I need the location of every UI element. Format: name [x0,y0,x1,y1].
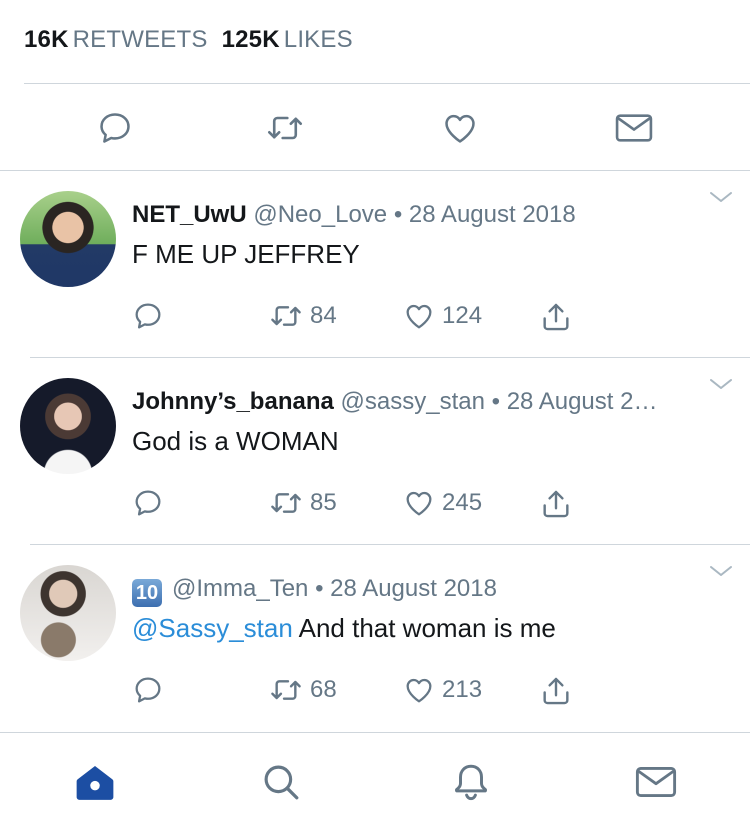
avatar[interactable] [20,378,116,474]
reply-icon [135,677,161,703]
avatar[interactable] [20,565,116,661]
separator: • [491,388,501,415]
home-icon [76,766,114,800]
separator: • [393,201,403,228]
chevron-down-icon[interactable] [708,376,734,392]
name-badge[interactable]: 10 [132,579,162,607]
reply-tweet[interactable]: Johnny’s_banana @sassy_stan • 28 August … [0,358,750,544]
retweet-icon [271,680,301,700]
reply-text-body: And that woman is me [298,613,556,643]
like-button[interactable]: 245 [402,487,482,519]
retweet-button[interactable]: 68 [268,674,337,706]
timestamp: 28 August 2018 [330,575,497,602]
like-icon [406,678,432,703]
timestamp: 28 August 2… [506,388,658,415]
bottom-tab-bar [0,733,750,830]
display-name[interactable]: Johnny’s_banana [132,388,334,415]
retweet-count: 84 [310,302,337,329]
handle[interactable]: @Imma_Ten [172,575,308,602]
chevron-down-icon[interactable] [708,563,734,579]
share-button[interactable] [538,487,574,521]
reply-icon [100,113,130,143]
message-button[interactable] [614,108,654,148]
like-icon [445,114,475,143]
reply-text: @Sassy_stan And that woman is me [132,613,556,644]
share-icon [543,303,569,331]
notifications-icon [454,764,488,801]
like-count: 124 [442,302,483,329]
chevron-down-icon[interactable] [708,189,734,205]
share-button[interactable] [538,674,574,708]
timestamp: 28 August 2018 [408,201,576,228]
share-icon [543,490,569,518]
divider [24,83,750,84]
reply-actions: 68 213 [0,674,750,708]
reply-icon [135,303,161,329]
messages-icon [635,767,677,797]
reply-tweet[interactable]: NET_UwU @Neo_Love • 28 August 2018 F ME … [0,171,750,357]
tweet-stats: 16K RETWEETS 125K LIKES [24,26,367,54]
retweets-count[interactable]: 16K [24,26,69,53]
avatar[interactable] [20,191,116,287]
retweet-button[interactable] [265,108,305,148]
reply-actions: 85 245 [0,487,750,521]
reply-tweet[interactable]: 10 @Imma_Ten • 28 August 2018 @Sassy_stan… [0,545,750,731]
reply-button[interactable] [132,300,164,332]
reply-button[interactable] [132,674,164,706]
search-icon [264,765,299,800]
retweet-icon [271,306,301,326]
separator: • [315,575,324,602]
like-button[interactable]: 124 [402,300,482,332]
mention-link[interactable]: @Sassy_stan [132,613,293,643]
likes-count[interactable]: 125K [222,26,280,53]
tab-notifications[interactable] [446,759,496,805]
reply-header: Johnny’s_banana @sassy_stan • 28 August … [132,388,657,416]
like-icon [406,491,432,516]
retweet-icon [268,116,302,140]
like-icon [406,304,432,329]
retweet-count: 68 [310,676,337,703]
reply-actions: 84 124 [0,300,750,334]
reply-header: NET_UwU @Neo_Love • 28 August 2018 [132,201,576,229]
reply-button[interactable] [132,487,164,519]
message-icon [615,114,653,142]
retweet-icon [271,493,301,513]
share-icon [543,677,569,705]
retweet-button[interactable]: 85 [268,487,337,519]
reply-button[interactable] [95,108,135,148]
handle[interactable]: @Neo_Love [253,201,387,228]
like-count: 213 [442,676,483,703]
reply-icon [135,490,161,516]
handle[interactable]: @sassy_stan [341,388,485,415]
retweet-button[interactable]: 84 [268,300,337,332]
tab-messages[interactable] [631,759,681,805]
tweet-action-bar [0,100,750,156]
like-button[interactable] [440,108,480,148]
display-name[interactable]: NET_UwU [132,201,247,228]
like-count: 245 [442,489,483,516]
reply-text: God is a WOMAN [132,426,339,456]
tab-search[interactable] [256,759,306,805]
retweet-count: 85 [310,489,337,516]
reply-text: F ME UP JEFFREY [132,239,360,269]
share-button[interactable] [538,300,574,334]
like-button[interactable]: 213 [402,674,482,706]
tab-home[interactable] [70,759,120,805]
likes-label[interactable]: LIKES [284,26,353,53]
reply-header: 10 @Imma_Ten • 28 August 2018 [132,575,497,607]
retweets-label[interactable]: RETWEETS [73,26,208,53]
